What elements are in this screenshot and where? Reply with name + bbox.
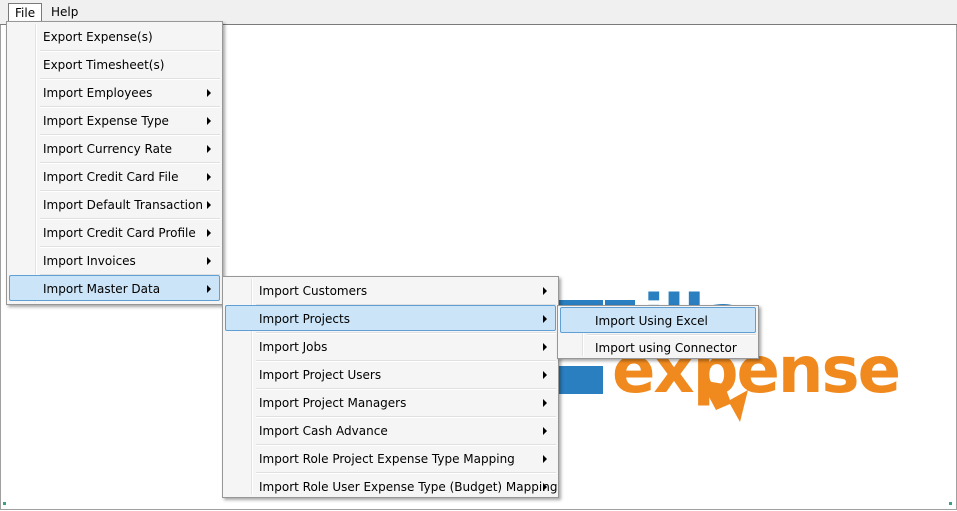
resize-grip-left (3, 502, 6, 505)
menu-item-import-role-user-expense-type-budget-mapping[interactable]: Import Role User Expense Type (Budget) M… (225, 473, 558, 499)
menu-item-import-master-data[interactable]: Import Master Data (9, 275, 220, 301)
menu-item-label: Export Expense(s) (43, 30, 153, 44)
menu-item-import-credit-card-profile[interactable]: Import Credit Card Profile (9, 219, 220, 245)
menu-item-import-currency-rate[interactable]: Import Currency Rate (9, 135, 220, 161)
menu-item-import-projects[interactable]: Import Projects (225, 305, 556, 331)
submenu-arrow-icon (207, 201, 211, 209)
submenu-arrow-icon (543, 315, 547, 323)
menu-item-label: Import Cash Advance (259, 424, 388, 438)
menu-item-import-credit-card-file[interactable]: Import Credit Card File (9, 163, 220, 189)
menu-item-label: Import Expense Type (43, 114, 169, 128)
menu-help[interactable]: Help (45, 3, 84, 21)
menu-item-label: Import Currency Rate (43, 142, 173, 156)
master-data-submenu: Import Customers Import Projects Import … (222, 276, 559, 498)
menu-item-import-project-managers[interactable]: Import Project Managers (225, 389, 556, 415)
submenu-arrow-icon (207, 229, 211, 237)
menu-item-label: Import Project Managers (259, 396, 407, 410)
menu-item-import-cash-advance[interactable]: Import Cash Advance (225, 417, 556, 443)
menu-item-label: Import Jobs (259, 340, 328, 354)
submenu-arrow-icon (543, 483, 547, 491)
submenu-arrow-icon (207, 257, 211, 265)
menu-item-label: Import Using Excel (595, 314, 708, 328)
submenu-arrow-icon (543, 287, 547, 295)
menu-item-label: Import Customers (259, 284, 368, 298)
menu-item-label: Import Employees (43, 86, 153, 100)
submenu-arrow-icon (207, 145, 211, 153)
menu-item-import-using-connector[interactable]: Import using Connector (560, 334, 756, 360)
menu-item-export-expenses[interactable]: Export Expense(s) (9, 23, 220, 49)
resize-grip-right (949, 502, 952, 505)
menu-item-label: Export Timesheet(s) (43, 58, 165, 72)
projects-submenu: Import Using Excel Import using Connecto… (557, 305, 759, 359)
menu-item-label: Import Role User Expense Type (Budget) M… (259, 480, 558, 494)
file-menu: Export Expense(s) Export Timesheet(s) Im… (6, 21, 223, 305)
submenu-arrow-icon (207, 285, 211, 293)
menu-item-label: Import Master Data (43, 282, 161, 296)
menu-item-import-project-users[interactable]: Import Project Users (225, 361, 556, 387)
submenu-arrow-icon (207, 117, 211, 125)
menu-item-label: Import Role Project Expense Type Mapping (259, 452, 515, 466)
menu-item-import-using-excel[interactable]: Import Using Excel (560, 307, 756, 333)
menu-item-label: Import Default Transaction (43, 198, 203, 212)
menu-item-import-default-transaction[interactable]: Import Default Transaction (9, 191, 220, 217)
submenu-arrow-icon (207, 89, 211, 97)
submenu-arrow-icon (543, 371, 547, 379)
menu-item-import-expense-type[interactable]: Import Expense Type (9, 107, 220, 133)
menu-item-export-timesheets[interactable]: Export Timesheet(s) (9, 51, 220, 77)
menu-item-label: Import Credit Card Profile (43, 226, 196, 240)
menu-item-import-role-project-expense-type-mapping[interactable]: Import Role Project Expense Type Mapping (225, 445, 556, 471)
menu-item-import-customers[interactable]: Import Customers (225, 277, 556, 303)
menu-item-label: Import using Connector (595, 341, 737, 355)
submenu-arrow-icon (207, 173, 211, 181)
submenu-arrow-icon (543, 427, 547, 435)
menu-item-label: Import Credit Card File (43, 170, 179, 184)
submenu-arrow-icon (543, 455, 547, 463)
submenu-arrow-icon (543, 399, 547, 407)
menu-item-import-employees[interactable]: Import Employees (9, 79, 220, 105)
menu-item-label: Import Invoices (43, 254, 136, 268)
menu-item-label: Import Project Users (259, 368, 382, 382)
menu-item-import-jobs[interactable]: Import Jobs (225, 333, 556, 359)
submenu-arrow-icon (543, 343, 547, 351)
menu-item-import-invoices[interactable]: Import Invoices (9, 247, 220, 273)
menu-item-label: Import Projects (259, 312, 350, 326)
